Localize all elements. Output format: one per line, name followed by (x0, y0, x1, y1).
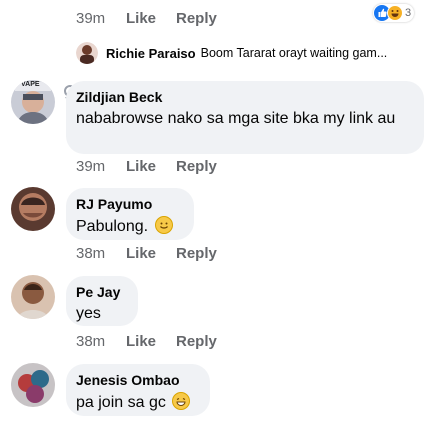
comment-bubble: RJ Payumo Pabulong. (66, 188, 194, 240)
smile-emoji-icon (154, 216, 173, 234)
comment-bubble: Zildjian Beck nababrowse nako sa mga sit… (66, 81, 424, 154)
comment-bubble: Jenesis Ombao pa join sa gc (66, 364, 210, 416)
comment-author[interactable]: Jenesis Ombao (76, 372, 200, 389)
comment-time: 38m (76, 244, 106, 262)
reply-text: Boom Tararat orayt waiting gam... (200, 46, 388, 60)
comment-text: yes (76, 305, 101, 322)
reply-avatar (76, 42, 98, 64)
reply-button[interactable]: Reply (176, 10, 217, 27)
reply-author[interactable]: Richie Paraiso (106, 46, 196, 61)
comment-author[interactable]: Zildjian Beck (76, 89, 414, 106)
reply-button[interactable]: Reply (176, 245, 217, 262)
comment-text: nababrowse nako sa mga site bka my link … (76, 110, 396, 127)
reply-preview[interactable]: Richie Paraiso Boom Tararat orayt waitin… (76, 42, 387, 64)
comment-time: 38m (76, 332, 106, 350)
reaction-count: 3 (405, 7, 412, 19)
like-button[interactable]: Like (126, 158, 176, 175)
avatar[interactable] (11, 363, 55, 407)
comment-meta-top: 39m Like Reply (76, 9, 217, 27)
avatar-caption: VAPE (21, 81, 40, 88)
reactions-summary[interactable]: 3 (373, 4, 415, 22)
comment-bubble: Pe Jay yes (66, 276, 138, 326)
haha-reaction-icon (387, 5, 403, 21)
comment-text: Pabulong. (76, 218, 149, 235)
comment-text: pa join sa gc (76, 394, 166, 411)
reply-button[interactable]: Reply (176, 158, 217, 175)
like-button[interactable]: Like (126, 10, 176, 27)
like-button[interactable]: Like (126, 333, 176, 350)
comment-author[interactable]: RJ Payumo (76, 196, 184, 213)
avatar[interactable] (11, 275, 55, 319)
comment-text-row: pa join sa gc (76, 392, 200, 413)
comment-time: 39m (76, 9, 106, 27)
avatar[interactable]: VAPE (11, 80, 55, 124)
comment-time: 39m (76, 157, 106, 175)
comment-meta: 38m Like Reply (76, 332, 217, 350)
comment-meta: 39m Like Reply (76, 157, 217, 175)
grin-emoji-icon (172, 392, 191, 410)
comment-meta: 38m Like Reply (76, 244, 217, 262)
comment-text-row: Pabulong. (76, 216, 184, 237)
comment-author[interactable]: Pe Jay (76, 284, 128, 301)
avatar[interactable] (11, 187, 55, 231)
like-button[interactable]: Like (126, 245, 176, 262)
reply-button[interactable]: Reply (176, 333, 217, 350)
